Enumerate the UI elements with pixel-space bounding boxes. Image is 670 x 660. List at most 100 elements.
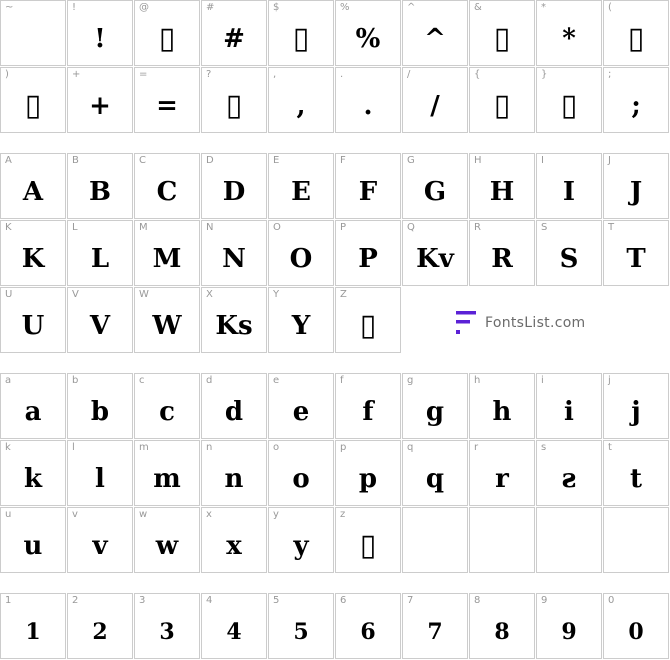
glyph-key-label: p: [340, 442, 347, 453]
glyph-sample: m: [153, 464, 181, 494]
glyph-sample: k: [23, 464, 42, 494]
glyph-cell: VV: [67, 287, 133, 353]
glyph-cell: OO: [268, 220, 334, 286]
glyph-key-label: %: [340, 2, 350, 13]
glyph-sample: *: [562, 24, 576, 54]
glyph-key-label: P: [340, 222, 347, 233]
glyph-key-label: 6: [340, 595, 347, 606]
glyph-cell: sƨ: [536, 440, 602, 506]
glyph-cell: 88: [469, 593, 535, 659]
glyph-cell: & ▯: [469, 0, 535, 66]
glyph-key-label: e: [273, 375, 280, 386]
glyph-key-label: 4: [206, 595, 213, 606]
glyph-cell: NN: [201, 220, 267, 286]
glyph-sample: 4: [226, 619, 242, 645]
glyph-cell: cc: [134, 373, 200, 439]
glyph-key-label: S: [541, 222, 548, 233]
glyph-sample: =: [156, 91, 178, 121]
glyph-cell: [402, 507, 468, 573]
glyph-key-label: R: [474, 222, 481, 233]
glyph-sample: W: [152, 311, 182, 341]
glyph-key-label: D: [206, 155, 214, 166]
glyph-key-label: m: [139, 442, 149, 453]
glyph-cell: YY: [268, 287, 334, 353]
glyph-key-label: }: [541, 69, 548, 80]
missing-glyph-box: ▯: [359, 528, 377, 563]
glyph-sample: V: [89, 311, 111, 341]
glyph-cell: dd: [201, 373, 267, 439]
glyph-key-label: u: [5, 509, 12, 520]
glyph-key-label: =: [139, 69, 148, 80]
glyph-cell: MM: [134, 220, 200, 286]
glyph-key-label: V: [72, 289, 79, 300]
glyph-cell: ..: [335, 67, 401, 133]
glyph-key-label: #: [206, 2, 215, 13]
glyph-cell: II: [536, 153, 602, 219]
glyph-key-label: g: [407, 375, 414, 386]
glyph-key-label: 8: [474, 595, 481, 606]
missing-glyph-box: ▯: [627, 21, 645, 56]
glyph-cell: GG: [402, 153, 468, 219]
glyph-cell: HH: [469, 153, 535, 219]
glyph-row: 11223344556677889900: [0, 593, 670, 659]
glyph-cell: ~▯: [0, 0, 66, 66]
glyph-key-label: ): [5, 69, 9, 80]
glyph-cell: bb: [67, 373, 133, 439]
glyph-key-label: y: [273, 509, 279, 520]
glyph-cell: WW: [134, 287, 200, 353]
glyph-sample: !: [94, 24, 106, 54]
glyph-cell: 66: [335, 593, 401, 659]
glyph-cell: * *: [536, 0, 602, 66]
glyph-sample: d: [224, 397, 244, 427]
glyph-key-label: $: [273, 2, 280, 13]
glyph-key-label: n: [206, 442, 213, 453]
glyph-cell: RR: [469, 220, 535, 286]
glyph-cell: ee: [268, 373, 334, 439]
glyph-sample: S: [559, 244, 579, 274]
glyph-cell: JJ: [603, 153, 669, 219]
missing-glyph-box: ▯: [493, 88, 511, 123]
glyph-sample: /: [430, 91, 440, 121]
glyph-key-label: 3: [139, 595, 146, 606]
glyph-key-label: ^: [407, 2, 416, 13]
glyph-cell: ) ▯: [0, 67, 66, 133]
glyph-row: ~▯!!@▯##$▯%%^^&▯**(▯: [0, 0, 670, 66]
glyph-sample: O: [289, 244, 313, 274]
glyph-key-label: @: [139, 2, 149, 13]
glyph-cell: 22: [67, 593, 133, 659]
glyph-key-label: ,: [273, 69, 277, 80]
glyph-cell: BB: [67, 153, 133, 219]
glyph-sample: K: [21, 244, 45, 274]
glyph-cell: = =: [134, 67, 200, 133]
glyph-key-label: 0: [608, 595, 615, 606]
glyph-sample: Ks: [215, 311, 253, 341]
glyph-sample: ^: [424, 24, 446, 54]
glyph-cell: EE: [268, 153, 334, 219]
glyph-sample: I: [562, 177, 576, 207]
glyph-cell: ? ▯: [201, 67, 267, 133]
glyph-sample: [403, 522, 467, 570]
missing-glyph-box: ▯: [24, 88, 42, 123]
glyph-key-label: k: [5, 442, 11, 453]
glyph-cell: 33: [134, 593, 200, 659]
glyph-sample: C: [156, 177, 178, 207]
glyph-key-label: z: [340, 509, 346, 520]
glyph-sample: G: [423, 177, 447, 207]
glyph-cell: oo: [268, 440, 334, 506]
glyph-sample: R: [491, 244, 513, 274]
glyph-sample: 7: [427, 619, 443, 645]
glyph-key-label: s: [541, 442, 547, 453]
glyph-cell: !!: [67, 0, 133, 66]
glyph-sample: o: [292, 464, 310, 494]
glyph-key-label: (: [608, 2, 612, 13]
glyph-cell: kk: [0, 440, 66, 506]
glyph-sample: [537, 522, 601, 570]
glyph-key-label: x: [206, 509, 212, 520]
glyph-sample: +: [89, 91, 111, 121]
glyph-cell: (▯: [603, 0, 669, 66]
glyph-sample: F: [358, 177, 378, 207]
glyph-row: kkllmmnnooppqqrrsƨtt: [0, 440, 670, 506]
glyph-key-label: B: [72, 155, 79, 166]
glyph-key-label: F: [340, 155, 346, 166]
glyph-sample: f: [362, 397, 374, 427]
